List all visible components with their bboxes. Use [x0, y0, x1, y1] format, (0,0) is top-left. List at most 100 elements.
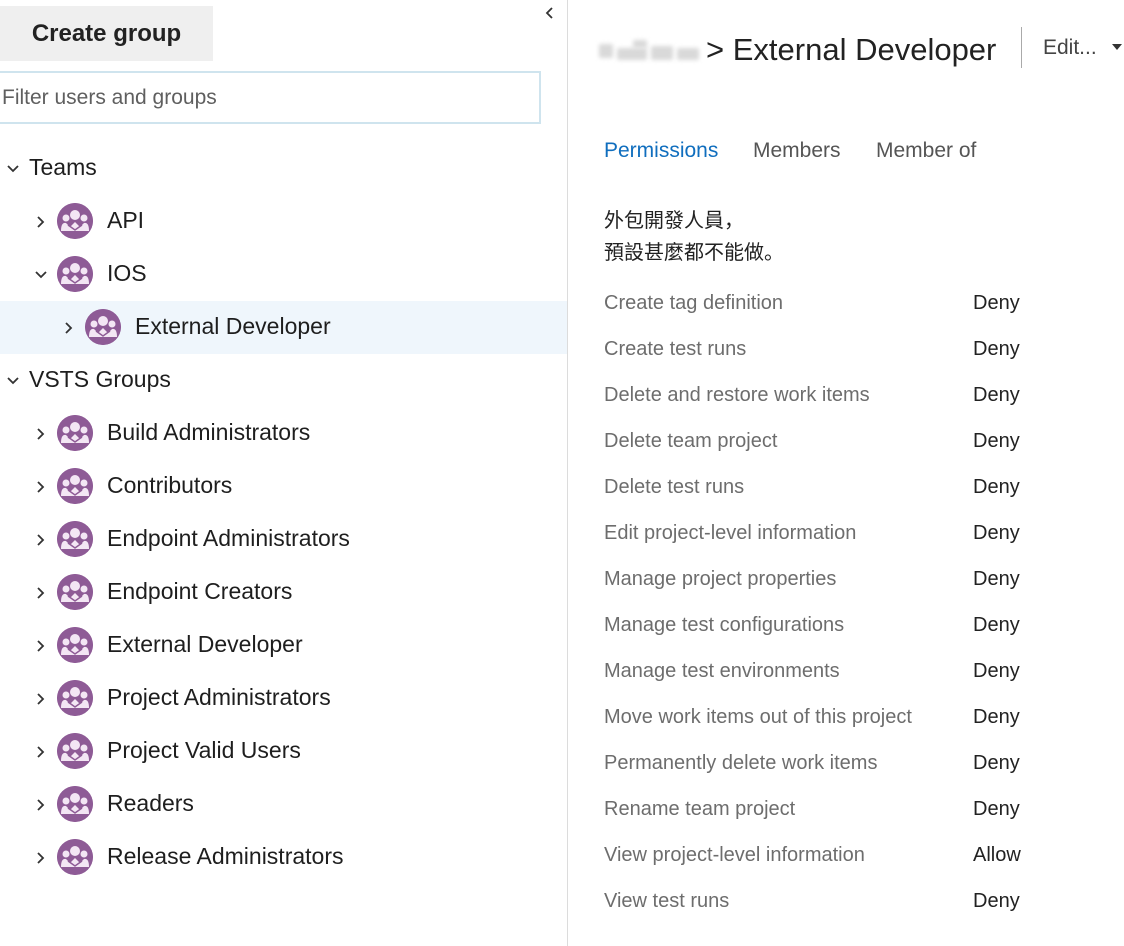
- permission-name: Create tag definition: [604, 292, 784, 314]
- chevron-down-icon: [7, 165, 19, 173]
- breadcrumb-project-name[interactable]: [599, 40, 699, 64]
- tree-item-label: External Developer: [135, 313, 331, 339]
- permission-value[interactable]: Deny: [973, 614, 1020, 637]
- tree-item-group[interactable]: Contributors: [0, 460, 567, 513]
- permission-value[interactable]: Deny: [973, 430, 1020, 453]
- left-pane: Create group Teams API IOS External Develop…: [0, 0, 567, 946]
- group-avatar-icon: [57, 415, 93, 451]
- tree-item-label: Contributors: [107, 472, 233, 498]
- permission-value[interactable]: Deny: [973, 522, 1020, 545]
- permission-value[interactable]: Deny: [973, 752, 1020, 775]
- group-description-line-1: 外包開發人員，: [604, 208, 744, 232]
- group-avatar-icon: [57, 839, 93, 875]
- breadcrumb-title: > External Developer: [706, 32, 996, 68]
- tab-members[interactable]: Members: [753, 139, 841, 163]
- permission-name: View project-level information: [604, 844, 865, 866]
- permission-value[interactable]: Deny: [973, 568, 1020, 591]
- expand-toggle[interactable]: [32, 266, 50, 284]
- tree-item-label: Project Administrators: [107, 684, 331, 710]
- group-avatar-icon: [57, 786, 93, 822]
- tab-permissions[interactable]: Permissions: [604, 139, 718, 163]
- expand-toggle[interactable]: [32, 690, 50, 708]
- tree-item-label: Project Valid Users: [107, 737, 301, 763]
- permission-value[interactable]: Deny: [973, 660, 1020, 683]
- chevron-right-icon: [37, 216, 45, 228]
- tab-member-of[interactable]: Member of: [876, 139, 976, 163]
- chevron-right-icon: [37, 428, 45, 440]
- tree-item-label: External Developer: [107, 631, 303, 657]
- permission-value[interactable]: Deny: [973, 384, 1020, 407]
- create-group-button[interactable]: Create group: [0, 6, 213, 61]
- expand-toggle[interactable]: [32, 213, 50, 231]
- permission-value[interactable]: Deny: [973, 292, 1020, 315]
- group-description-line-2: 預設甚麼都不能做。: [604, 240, 784, 264]
- tree-section-teams[interactable]: Teams: [0, 142, 567, 195]
- group-avatar-icon: [57, 627, 93, 663]
- tree-item-group[interactable]: Endpoint Creators: [0, 566, 567, 619]
- permission-value[interactable]: Deny: [973, 706, 1020, 729]
- chevron-right-icon: [37, 799, 45, 811]
- permission-name: Rename team project: [604, 798, 796, 820]
- expand-toggle[interactable]: [4, 372, 22, 390]
- tree-item-group[interactable]: Endpoint Administrators: [0, 513, 567, 566]
- expand-toggle[interactable]: [32, 743, 50, 761]
- chevron-right-icon: [65, 322, 73, 334]
- expand-toggle[interactable]: [32, 796, 50, 814]
- permission-name: Manage test environments: [604, 660, 840, 682]
- chevron-right-icon: [37, 534, 45, 546]
- chevron-down-icon: [35, 271, 47, 279]
- pane-divider: [567, 0, 568, 946]
- chevron-right-icon: [37, 852, 45, 864]
- tree-section-vsts-groups[interactable]: VSTS Groups: [0, 354, 567, 407]
- permission-name: Create test runs: [604, 338, 747, 360]
- group-avatar-icon: [57, 733, 93, 769]
- tree-item-label: API: [107, 207, 145, 233]
- group-avatar-icon: [57, 574, 93, 610]
- tree-item-label: Readers: [107, 790, 194, 816]
- chevron-down-icon: [7, 377, 19, 385]
- permission-value[interactable]: Deny: [973, 338, 1020, 361]
- expand-toggle[interactable]: [32, 478, 50, 496]
- edit-button[interactable]: Edit...: [1043, 36, 1097, 60]
- tree-item-label: Release Administrators: [107, 843, 344, 869]
- expand-toggle[interactable]: [32, 425, 50, 443]
- tree-item-subgroup[interactable]: External Developer: [0, 301, 567, 354]
- expand-toggle[interactable]: [32, 637, 50, 655]
- tree-item-group[interactable]: Release Administrators: [0, 831, 567, 884]
- tree-item-label: Endpoint Administrators: [107, 525, 350, 551]
- expand-toggle[interactable]: [32, 849, 50, 867]
- permission-value[interactable]: Deny: [973, 890, 1020, 913]
- permission-value[interactable]: Allow: [973, 844, 1021, 867]
- permission-name: View test runs: [604, 890, 730, 912]
- group-avatar-icon: [57, 680, 93, 716]
- header-divider: [1021, 27, 1022, 68]
- tree-item-group[interactable]: External Developer: [0, 619, 567, 672]
- group-avatar-icon: [57, 468, 93, 504]
- tree-item-group[interactable]: Readers: [0, 778, 567, 831]
- expand-toggle[interactable]: [60, 319, 78, 337]
- caret-down-icon[interactable]: [1110, 41, 1124, 53]
- collapse-pane-button[interactable]: [538, 0, 562, 26]
- tree-item-group[interactable]: Project Administrators: [0, 672, 567, 725]
- permission-name: Manage test configurations: [604, 614, 845, 636]
- expand-toggle[interactable]: [4, 160, 22, 178]
- expand-toggle[interactable]: [32, 584, 50, 602]
- filter-input[interactable]: [0, 71, 541, 124]
- permission-name: Delete and restore work items: [604, 384, 870, 406]
- chevron-right-icon: [37, 693, 45, 705]
- permission-value[interactable]: Deny: [973, 476, 1020, 499]
- group-avatar-icon: [57, 521, 93, 557]
- permission-value[interactable]: Deny: [973, 798, 1020, 821]
- chevron-right-icon: [37, 640, 45, 652]
- tree-item-group[interactable]: Build Administrators: [0, 407, 567, 460]
- expand-toggle[interactable]: [32, 531, 50, 549]
- tree-item-team[interactable]: API: [0, 195, 567, 248]
- tree-item-label: Teams: [29, 154, 97, 180]
- tree-item-label: VSTS Groups: [29, 366, 171, 392]
- tree-item-team[interactable]: IOS: [0, 248, 567, 301]
- tree-item-label: Endpoint Creators: [107, 578, 293, 604]
- tree-item-group[interactable]: Project Valid Users: [0, 725, 567, 778]
- tree-item-label: Build Administrators: [107, 419, 311, 445]
- group-avatar-icon: [57, 256, 93, 292]
- chevron-right-icon: [37, 746, 45, 758]
